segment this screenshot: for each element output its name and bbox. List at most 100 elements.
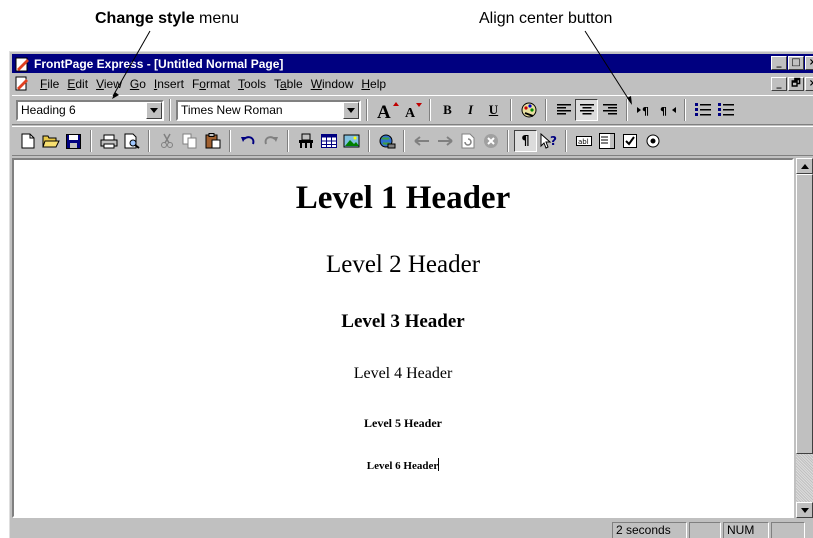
toolbar-separator [90,130,92,152]
undo-icon[interactable] [236,130,259,152]
numbered-list-icon[interactable] [691,99,714,121]
menu-format[interactable]: Format [188,77,234,91]
menu-tools[interactable]: Tools [234,77,270,91]
insert-webbot-icon[interactable] [294,130,317,152]
doc-minimize-button[interactable]: _ [771,77,787,91]
menu-go[interactable]: Go [126,77,150,91]
svg-text:¶: ¶ [660,105,667,116]
stop-icon[interactable] [479,130,502,152]
minimize-button[interactable]: _ [771,56,787,70]
status-message [12,522,612,538]
toolbar-separator [403,130,405,152]
toolbar-separator [287,130,289,152]
scrolling-textbox-icon[interactable] [595,130,618,152]
maximize-button[interactable]: □ [788,56,804,70]
print-icon[interactable] [97,130,120,152]
status-extra-panel [771,521,805,538]
checkbox-icon[interactable] [618,130,641,152]
level-1-header: Level 1 Header [295,180,511,216]
radio-button-icon[interactable] [641,130,664,152]
align-right-button[interactable] [598,99,621,121]
cut-icon[interactable] [155,130,178,152]
svg-text:A: A [405,106,416,119]
status-bar: 2 seconds NUM [12,520,813,538]
status-num-lock: NUM [723,521,769,538]
toolbar-separator [229,130,231,152]
close-button[interactable]: × [805,56,813,70]
insert-image-icon[interactable] [340,130,363,152]
status-caps-panel [689,521,721,538]
level-3-header: Level 3 Header [341,311,465,332]
frontpage-app-icon [15,57,29,71]
back-arrow-icon[interactable] [410,130,433,152]
callout-align-center: Align center button [479,10,613,27]
toolbar-separator [565,130,567,152]
italic-button[interactable]: I [459,99,482,121]
one-line-textbox-icon[interactable]: abl [572,130,595,152]
toolbar-separator [429,99,431,121]
text-color-icon[interactable] [517,99,540,121]
menu-window[interactable]: Window [307,77,358,91]
style-value: Heading 6 [21,103,76,117]
toolbar-separator [626,99,628,121]
chevron-down-icon[interactable] [146,101,162,119]
toolbar-separator [507,130,509,152]
font-select[interactable]: Times New Roman [176,99,361,121]
level-2-header: Level 2 Header [325,251,481,278]
print-preview-icon[interactable] [120,130,143,152]
scrollbar-track[interactable] [796,454,813,502]
refresh-icon[interactable] [456,130,479,152]
callout-change-style-rest: menu [194,10,240,27]
window-controls: _ □ × [770,56,813,70]
doc-restore-button[interactable]: 🗗 [788,77,804,91]
forward-arrow-icon[interactable] [433,130,456,152]
level-4-header: Level 4 Header [353,365,453,382]
menu-insert[interactable]: Insert [150,77,188,91]
menu-bar: File Edit View Go Insert Format Tools Ta… [12,74,813,94]
menu-table[interactable]: Table [270,77,307,91]
menu-help[interactable]: Help [357,77,390,91]
copy-icon[interactable] [178,130,201,152]
help-pointer-icon[interactable]: ? [537,130,560,152]
toolbar-separator [684,99,686,121]
menu-edit[interactable]: Edit [63,77,92,91]
change-style-menu[interactable]: Heading 6 [16,99,164,121]
insert-table-icon[interactable] [317,130,340,152]
format-toolbar: Heading 6 Times New Roman A A B I U ¶ ¶ [12,95,813,125]
align-center-button[interactable] [575,99,598,121]
scroll-down-arrow-icon[interactable] [796,502,813,518]
toolbar-separator [545,99,547,121]
new-page-icon[interactable] [16,130,39,152]
toolbar-separator [148,130,150,152]
toolbar-separator [368,130,370,152]
menu-file[interactable]: File [36,77,63,91]
redo-icon[interactable] [259,130,282,152]
scroll-up-arrow-icon[interactable] [796,158,813,174]
bold-button[interactable]: B [436,99,459,121]
paste-icon[interactable] [201,130,224,152]
scrollbar-thumb[interactable] [796,174,813,454]
doc-close-button[interactable]: × [805,77,813,91]
open-folder-icon[interactable] [39,130,62,152]
vertical-scrollbar[interactable] [796,158,813,518]
save-icon[interactable] [62,130,85,152]
chevron-down-icon[interactable] [343,101,359,119]
font-value: Times New Roman [181,103,283,117]
left-to-right-icon[interactable]: ¶ [633,99,656,121]
decrease-font-size-icon[interactable]: A [401,99,424,121]
callout-change-style: Change style menu [95,10,239,28]
create-hyperlink-icon[interactable] [375,130,398,152]
svg-text:abl: abl [578,138,589,146]
show-paragraph-marks-icon[interactable]: ¶ [514,130,537,152]
right-to-left-icon[interactable]: ¶ [656,99,679,121]
level-6-header: Level 6 Header [366,460,439,472]
menu-view[interactable]: View [92,77,126,91]
document-menu-icon[interactable] [14,76,32,92]
increase-font-size-icon[interactable]: A [373,99,401,121]
screenshot-stage: { "callouts": { "change_style_bold": "Ch… [0,0,813,538]
align-left-button[interactable] [552,99,575,121]
toolbar-separator [169,99,171,121]
document-editor[interactable]: Level 1 Header Level 2 Header Level 3 He… [12,158,794,518]
underline-button[interactable]: U [482,99,505,121]
bulleted-list-icon[interactable] [714,99,737,121]
